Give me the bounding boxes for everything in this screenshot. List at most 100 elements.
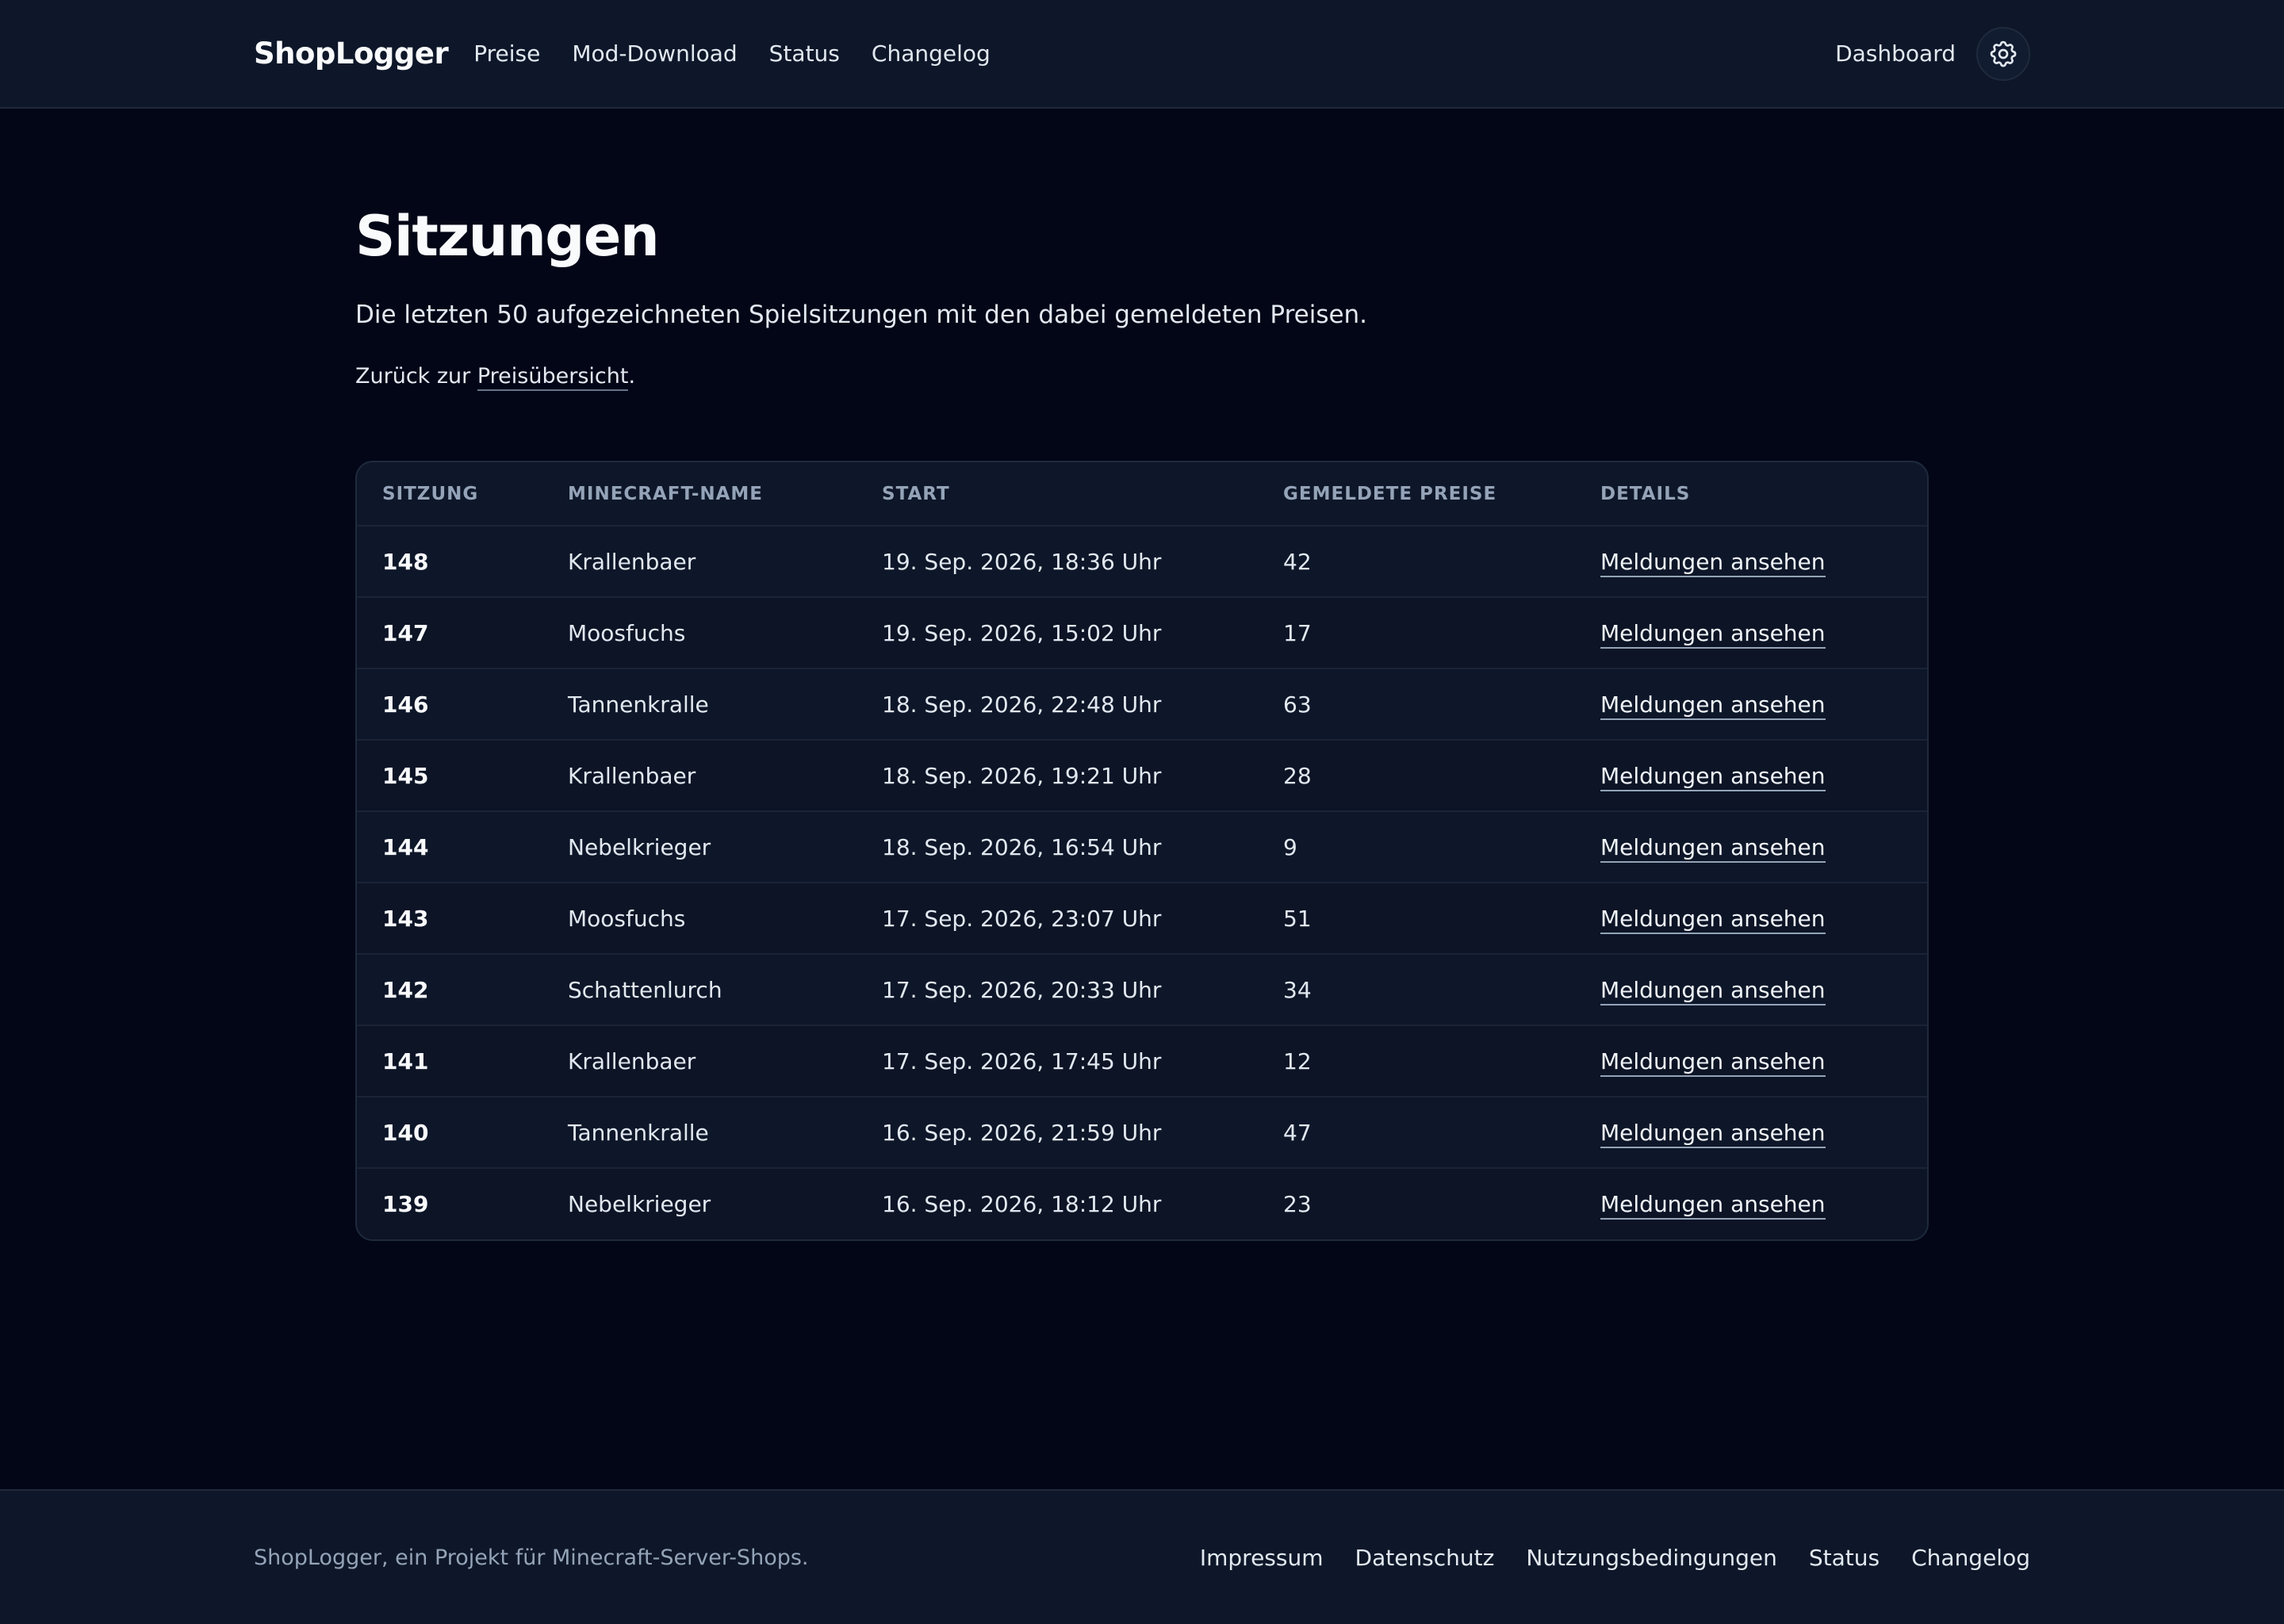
back-prefix: Zurück zur: [355, 364, 477, 389]
cell-details: Meldungen ansehen: [1600, 526, 1927, 598]
cell-price-count: 63: [1283, 668, 1600, 741]
cell-start: 18. Sep. 2026, 19:21 Uhr: [882, 740, 1283, 812]
table-row: 144 Nebelkrieger 18. Sep. 2026, 16:54 Uh…: [357, 811, 1927, 883]
details-link[interactable]: Meldungen ansehen: [1600, 1048, 1826, 1077]
cell-start: 17. Sep. 2026, 20:33 Uhr: [882, 954, 1283, 1026]
cell-start: 19. Sep. 2026, 15:02 Uhr: [882, 597, 1283, 669]
cell-price-count: 17: [1283, 597, 1600, 669]
cell-price-count: 51: [1283, 883, 1600, 955]
cell-minecraft-name: Schattenlurch: [568, 954, 882, 1026]
details-link[interactable]: Meldungen ansehen: [1600, 1119, 1826, 1148]
cell-start: 18. Sep. 2026, 16:54 Uhr: [882, 811, 1283, 883]
table-row: 147 Moosfuchs 19. Sep. 2026, 15:02 Uhr 1…: [357, 597, 1927, 669]
nav-link-mod-download[interactable]: Mod-Download: [572, 40, 737, 67]
cell-minecraft-name: Krallenbaer: [568, 526, 882, 598]
brand-logo[interactable]: ShopLogger: [254, 36, 449, 71]
cell-details: Meldungen ansehen: [1600, 1097, 1927, 1169]
table-row: 141 Krallenbaer 17. Sep. 2026, 17:45 Uhr…: [357, 1025, 1927, 1097]
footer-link-impressum[interactable]: Impressum: [1200, 1545, 1324, 1571]
cell-start: 16. Sep. 2026, 18:12 Uhr: [882, 1191, 1162, 1217]
cell-minecraft-name: Krallenbaer: [568, 740, 882, 812]
cell-start: 19. Sep. 2026, 18:36 Uhr: [882, 526, 1283, 598]
nav-link-changelog[interactable]: Changelog: [872, 40, 991, 67]
cell-session-id: 140: [357, 1097, 568, 1169]
cell-session-id: 139: [382, 1191, 429, 1217]
cell-start: 18. Sep. 2026, 22:48 Uhr: [882, 668, 1283, 741]
footer-link-nutzungsbedingungen[interactable]: Nutzungsbedingungen: [1526, 1545, 1777, 1571]
dashboard-link[interactable]: Dashboard: [1835, 40, 1956, 67]
header-minecraft-name: MINECRAFT-NAME: [568, 462, 882, 527]
cell-details: Meldungen ansehen: [1600, 597, 1927, 669]
cell-session-id: 143: [357, 883, 568, 955]
footer-tagline: ShopLogger, ein Projekt für Minecraft-Se…: [254, 1545, 809, 1570]
details-link[interactable]: Meldungen ansehen: [1600, 762, 1826, 791]
cell-session-id: 145: [357, 740, 568, 812]
cell-minecraft-name: Tannenkralle: [568, 668, 882, 741]
header-gemeldete-preise: GEMELDETE PREISE: [1283, 462, 1600, 527]
header-inner: ShopLogger Preise Mod-Download Status Ch…: [254, 0, 2030, 107]
cell-details: Meldungen ansehen: [1600, 740, 1927, 812]
back-suffix: .: [628, 364, 636, 389]
cell-minecraft-name: Moosfuchs: [568, 597, 882, 669]
footer-inner: ShopLogger, ein Projekt für Minecraft-Se…: [254, 1491, 2030, 1624]
main-content: Sitzungen Die letzten 50 aufgezeichneten…: [355, 204, 1929, 1241]
table-head: SITZUNG MINECRAFT-NAME START GEMELDETE P…: [357, 462, 1927, 527]
table-row: 143 Moosfuchs 17. Sep. 2026, 23:07 Uhr 5…: [357, 883, 1927, 955]
cell-session-id: 147: [357, 597, 568, 669]
cell-session-id: 144: [357, 811, 568, 883]
table-body: 148 Krallenbaer 19. Sep. 2026, 18:36 Uhr…: [357, 526, 1927, 1239]
cell-details: Meldungen ansehen: [1600, 1168, 1927, 1239]
details-link[interactable]: Meldungen ansehen: [1600, 905, 1826, 934]
page-title: Sitzungen: [355, 204, 660, 269]
cell-minecraft-name: Nebelkrieger: [568, 1191, 711, 1217]
cell-price-count: 23: [1283, 1191, 1312, 1217]
cell-minecraft-name: Krallenbaer: [568, 1025, 882, 1097]
footer-nav: Impressum Datenschutz Nutzungsbedingunge…: [1168, 1545, 2030, 1571]
cell-price-count: 28: [1283, 740, 1600, 812]
footer-link-status[interactable]: Status: [1809, 1545, 1880, 1571]
cell-start: 17. Sep. 2026, 17:45 Uhr: [882, 1025, 1283, 1097]
cell-start: 16. Sep. 2026, 21:59 Uhr: [882, 1097, 1283, 1169]
cell-price-count: 47: [1283, 1097, 1600, 1169]
header-right: Dashboard: [1835, 26, 2030, 81]
table-row: 142 Schattenlurch 17. Sep. 2026, 20:33 U…: [357, 954, 1927, 1026]
cell-price-count: 42: [1283, 526, 1600, 598]
cell-details: Meldungen ansehen: [1600, 1025, 1927, 1097]
footer-link-changelog[interactable]: Changelog: [1911, 1545, 2030, 1571]
back-link-preisuebersicht[interactable]: Preisübersicht: [477, 364, 629, 391]
table-row: 140 Tannenkralle 16. Sep. 2026, 21:59 Uh…: [357, 1097, 1927, 1169]
cell-minecraft-name: Tannenkralle: [568, 1097, 882, 1169]
cell-session-id: 148: [357, 526, 568, 598]
settings-button[interactable]: [1976, 26, 2030, 81]
sessions-table-card: SITZUNG MINECRAFT-NAME START GEMELDETE P…: [355, 461, 1929, 1241]
table-row: 148 Krallenbaer 19. Sep. 2026, 18:36 Uhr…: [357, 526, 1927, 598]
sessions-table: SITZUNG MINECRAFT-NAME START GEMELDETE P…: [357, 462, 1927, 1239]
details-link[interactable]: Meldungen ansehen: [1600, 1191, 1826, 1220]
nav-link-status[interactable]: Status: [769, 40, 840, 67]
gear-icon: [1990, 40, 2017, 67]
cell-details: Meldungen ansehen: [1600, 883, 1927, 955]
cell-minecraft-name: Moosfuchs: [568, 883, 882, 955]
cell-price-count: 12: [1283, 1025, 1600, 1097]
details-link[interactable]: Meldungen ansehen: [1600, 976, 1826, 1005]
cell-start: 17. Sep. 2026, 23:07 Uhr: [882, 883, 1283, 955]
table-row: 145 Krallenbaer 18. Sep. 2026, 19:21 Uhr…: [357, 740, 1927, 812]
details-link[interactable]: Meldungen ansehen: [1600, 833, 1826, 863]
cell-minecraft-name: Nebelkrieger: [568, 811, 882, 883]
details-link[interactable]: Meldungen ansehen: [1600, 548, 1826, 577]
cell-session-id: 146: [357, 668, 568, 741]
site-header: ShopLogger Preise Mod-Download Status Ch…: [0, 0, 2284, 109]
back-line: Zurück zur Preisübersicht.: [355, 364, 1929, 391]
table-row: 139 Nebelkrieger 16. Sep. 2026, 18:12 Uh…: [357, 1168, 1927, 1239]
header-details: DETAILS: [1600, 462, 1927, 527]
nav-link-preise[interactable]: Preise: [473, 40, 540, 67]
details-link[interactable]: Meldungen ansehen: [1600, 691, 1826, 720]
cell-session-id: 142: [357, 954, 568, 1026]
table-header-row: SITZUNG MINECRAFT-NAME START GEMELDETE P…: [357, 462, 1927, 527]
cell-price-count: 34: [1283, 954, 1600, 1026]
cell-details: Meldungen ansehen: [1600, 668, 1927, 741]
footer-link-datenschutz[interactable]: Datenschutz: [1355, 1545, 1495, 1571]
header-sitzung: SITZUNG: [357, 462, 568, 527]
table-row: 146 Tannenkralle 18. Sep. 2026, 22:48 Uh…: [357, 668, 1927, 741]
details-link[interactable]: Meldungen ansehen: [1600, 619, 1826, 649]
